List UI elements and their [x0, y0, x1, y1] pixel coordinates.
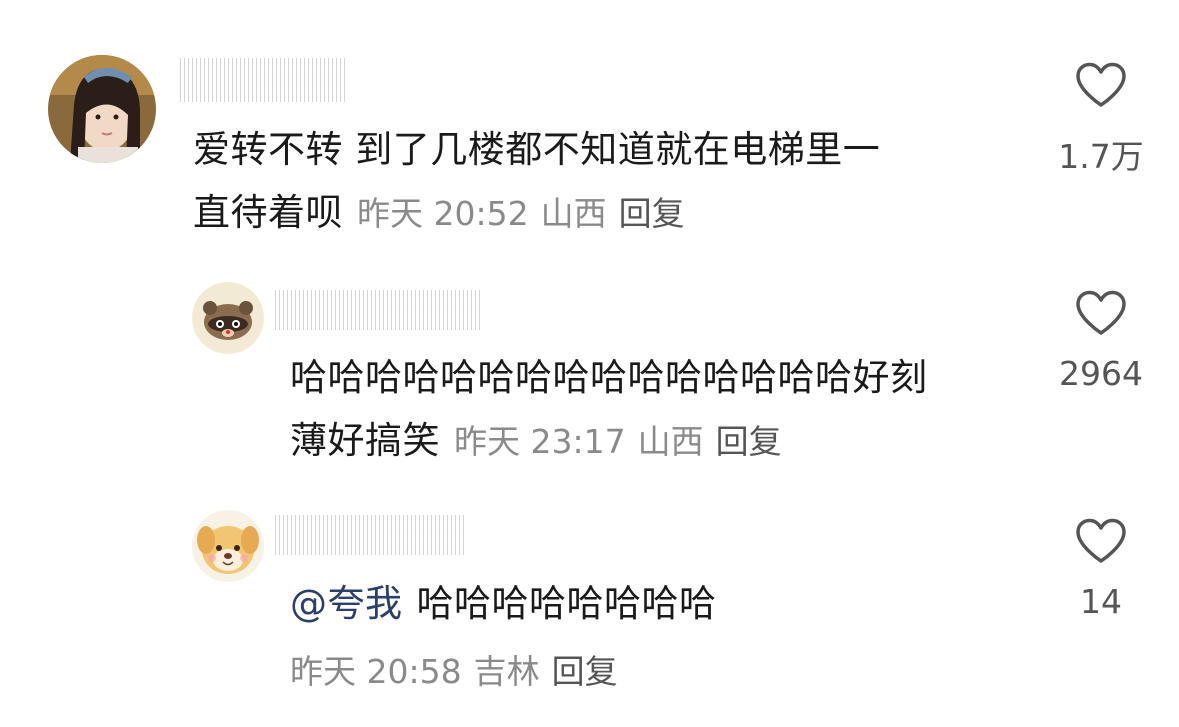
comment-text-line: 爱转不转 到了几楼都不知道就在电梯里一	[193, 128, 881, 171]
like-count: 1.7万	[1058, 137, 1144, 176]
comment-region: 吉林	[473, 652, 540, 691]
reply-button[interactable]: 回复	[552, 652, 618, 691]
comment-item: @夸我 哈哈哈哈哈哈哈哈 昨天 20:58 吉林 回复 14	[0, 500, 1179, 727]
like-button[interactable]: 14	[1046, 518, 1156, 621]
comment-meta: 昨天 20:58 吉林 回复	[290, 642, 618, 702]
comment-text-tail: 直待着呗	[193, 191, 343, 234]
reply-button[interactable]: 回复	[619, 194, 685, 233]
avatar[interactable]	[48, 55, 156, 163]
heart-outline-icon	[1076, 518, 1126, 563]
like-count: 14	[1080, 582, 1122, 621]
comment-text: 哈哈哈哈哈哈哈哈哈哈哈哈哈哈哈好刻 薄好搞笑 昨天 23:17 山西 回复	[290, 346, 1030, 474]
comment-time: 昨天 20:58	[290, 652, 462, 691]
comment-text: @夸我 哈哈哈哈哈哈哈哈	[290, 572, 1030, 636]
comment-text-tail: 薄好搞笑	[290, 419, 440, 462]
comment-time: 昨天 20:52	[357, 194, 529, 233]
comment-body: 哈哈哈哈哈哈哈哈	[416, 582, 717, 625]
comment-text-line-with-meta: 直待着呗 昨天 20:52 山西 回复	[193, 181, 1013, 246]
username[interactable]	[180, 58, 345, 102]
username[interactable]	[275, 515, 465, 555]
like-button[interactable]: 2964	[1046, 290, 1156, 393]
heart-outline-icon	[1076, 290, 1126, 335]
comment-text-line-with-meta: 薄好搞笑 昨天 23:17 山西 回复	[290, 409, 1030, 474]
comment-text-line: @夸我 哈哈哈哈哈哈哈哈	[290, 572, 1030, 636]
like-count: 2964	[1059, 354, 1143, 393]
comment-text: 爱转不转 到了几楼都不知道就在电梯里一 直待着呗 昨天 20:52 山西 回复	[193, 118, 1013, 246]
comment-item: 爱转不转 到了几楼都不知道就在电梯里一 直待着呗 昨天 20:52 山西 回复 1.7…	[0, 0, 1179, 260]
comment-meta: 昨天 23:17 山西 回复	[454, 422, 782, 461]
reply-button[interactable]: 回复	[716, 422, 782, 461]
avatar[interactable]	[192, 510, 264, 582]
comment-item: 哈哈哈哈哈哈哈哈哈哈哈哈哈哈哈好刻 薄好搞笑 昨天 23:17 山西 回复 2964	[0, 270, 1179, 500]
avatar[interactable]	[192, 282, 264, 354]
heart-outline-icon	[1076, 62, 1126, 107]
comment-region: 山西	[540, 194, 607, 233]
comment-meta: 昨天 20:52 山西 回复	[357, 194, 685, 233]
mention-link[interactable]: @夸我	[290, 582, 403, 625]
comment-region: 山西	[637, 422, 704, 461]
comment-time: 昨天 23:17	[454, 422, 626, 461]
username[interactable]	[275, 290, 480, 330]
like-button[interactable]: 1.7万	[1046, 62, 1156, 178]
comment-text-line: 哈哈哈哈哈哈哈哈哈哈哈哈哈哈哈好刻	[290, 356, 928, 399]
